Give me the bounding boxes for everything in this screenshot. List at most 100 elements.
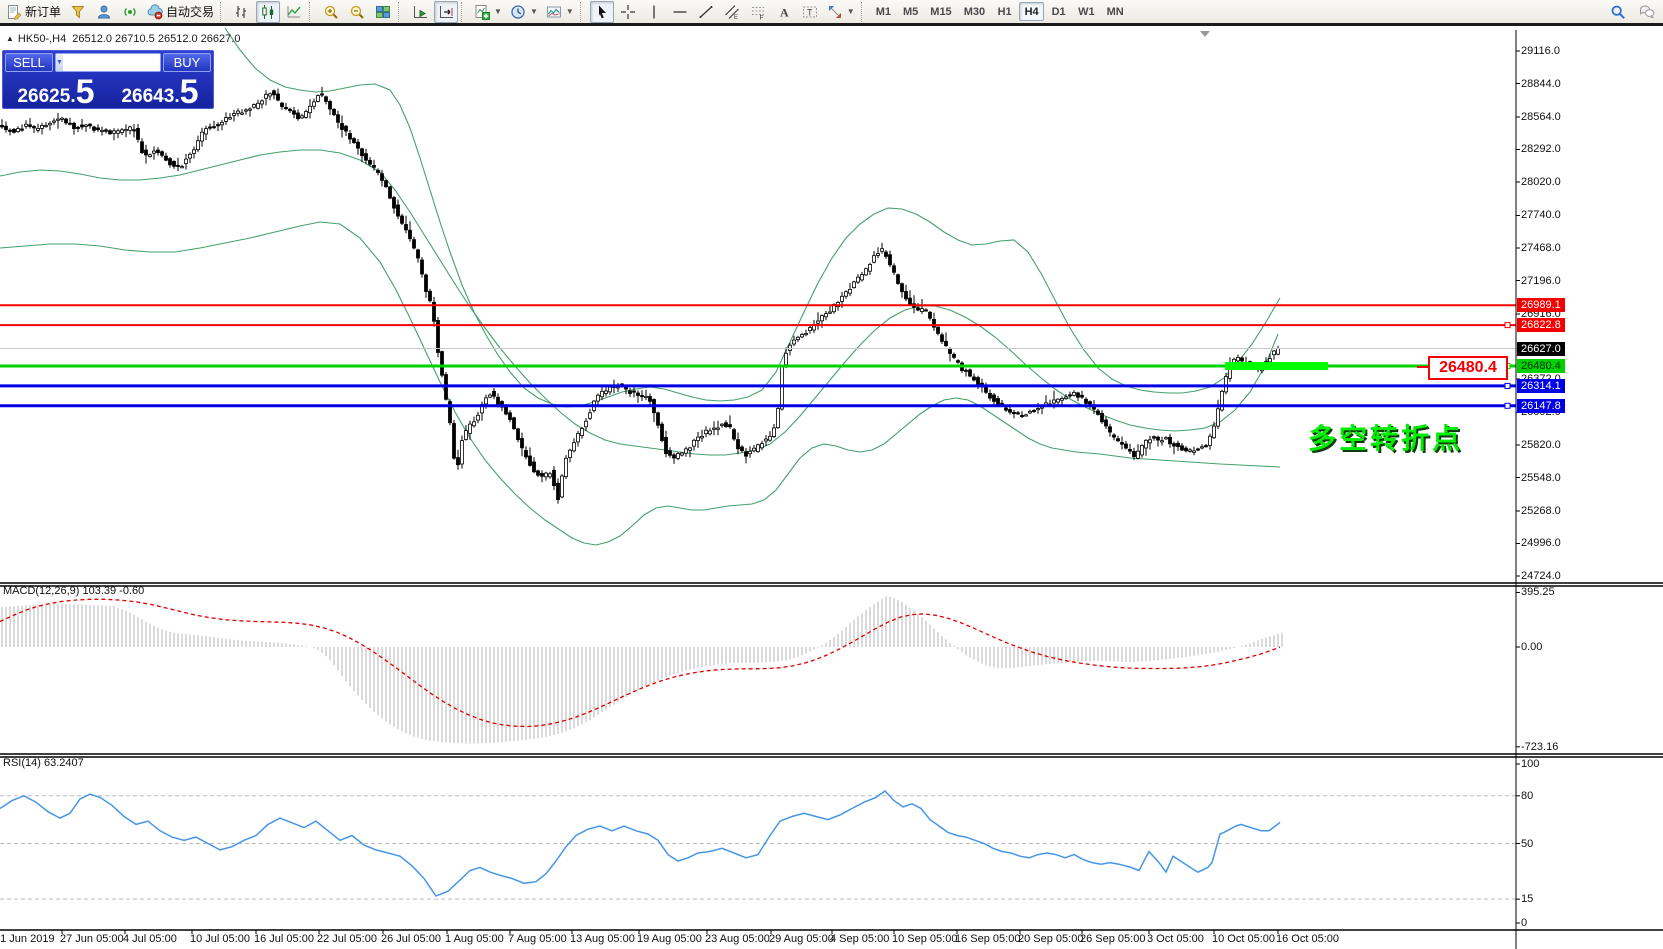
candle-body	[509, 413, 512, 420]
candle-body	[333, 109, 336, 114]
candle-body	[925, 310, 928, 311]
candle-body	[849, 289, 852, 293]
price-tick-label: 28844.0	[1521, 78, 1561, 90]
rsi-tick-label: 50	[1521, 838, 1533, 850]
sell-price-frac: 5	[76, 77, 95, 107]
candle-body	[345, 126, 348, 131]
price-level-label: 26147.8	[1517, 399, 1565, 413]
bollinger-lower-band[interactable]	[0, 222, 1280, 545]
buy-price[interactable]: 26643.5	[109, 74, 211, 108]
candle-body	[461, 441, 464, 464]
buy-price-frac: 5	[180, 77, 199, 107]
date-label: 1 Aug 05:00	[445, 933, 504, 945]
candle-body	[993, 395, 996, 401]
candle-body	[217, 125, 220, 126]
candle-body	[1109, 427, 1112, 432]
candle-body	[53, 121, 56, 122]
rsi-tick-label: 0	[1521, 917, 1527, 929]
candle-body	[669, 451, 672, 456]
candle-body	[1149, 440, 1152, 443]
candle-body	[249, 109, 252, 110]
candle-body	[81, 125, 84, 127]
candle-body	[369, 160, 372, 164]
candle-body	[817, 321, 820, 323]
candle-body	[733, 430, 736, 439]
price-annotation-box[interactable]: 26480.4	[1428, 356, 1508, 380]
candle-body	[113, 131, 116, 134]
candle-body	[541, 474, 544, 477]
macd-signal-line[interactable]	[0, 599, 1280, 726]
sell-price[interactable]: 26625.5	[5, 74, 107, 108]
candle-body	[13, 129, 16, 132]
candle-body	[673, 455, 676, 458]
candle-body	[265, 94, 268, 98]
chart-shift-marker-icon[interactable]	[1200, 31, 1210, 37]
one-click-trading-panel: SELL ▼ ▲ BUY 26625.5 26643.5	[2, 50, 214, 109]
candle-body	[1125, 444, 1128, 448]
candle-body	[1197, 449, 1200, 450]
candle-body	[89, 124, 92, 126]
candle-body	[33, 127, 36, 128]
price-level-label: 26627.0	[1517, 342, 1565, 356]
date-label: 22 Jul 05:00	[317, 933, 377, 945]
buy-button[interactable]: BUY	[163, 53, 211, 72]
candle-body	[425, 275, 428, 292]
candle-body	[573, 443, 576, 451]
candle-body	[213, 127, 216, 128]
candle-body	[893, 266, 896, 273]
candle-body	[681, 453, 684, 455]
candle-body	[1057, 399, 1060, 402]
candle-body	[769, 436, 772, 440]
candle-body	[1165, 438, 1168, 439]
candle-body	[233, 114, 236, 116]
candle-body	[693, 440, 696, 446]
candle-body	[313, 102, 316, 106]
candle-body	[441, 352, 444, 376]
candle-body	[749, 451, 752, 453]
candle-body	[589, 413, 592, 419]
rsi-tick-label: 100	[1521, 758, 1539, 770]
candle-body	[349, 134, 352, 140]
candle-body	[877, 254, 880, 256]
candle-body	[101, 130, 104, 131]
highlight-zone[interactable]	[1225, 362, 1328, 370]
candle-body	[901, 284, 904, 292]
candle-body	[1077, 393, 1080, 397]
candle-body	[337, 115, 340, 123]
chart-canvas[interactable]	[0, 0, 1663, 949]
sell-button[interactable]: SELL	[5, 53, 53, 72]
candle-body	[1161, 441, 1164, 442]
candle-body	[61, 118, 64, 119]
candle-body	[1185, 448, 1188, 451]
candle-body	[9, 130, 12, 131]
candle-body	[689, 448, 692, 450]
turning-point-annotation[interactable]: 多空转折点	[1308, 417, 1463, 457]
collapse-triangle-icon: ▲	[6, 34, 14, 43]
volume-input[interactable]	[63, 54, 161, 71]
candle-body	[65, 119, 68, 123]
candle-body	[1113, 435, 1116, 437]
date-label: 10 Sep 05:00	[892, 933, 957, 945]
volume-decrease-button[interactable]: ▼	[56, 54, 63, 71]
candle-body	[525, 451, 528, 457]
line-endpoint-marker	[1505, 383, 1510, 388]
candle-body	[1, 125, 4, 127]
macd-tick-label: -723.16	[1521, 741, 1558, 753]
candle-body	[465, 431, 468, 440]
candle-body	[941, 335, 944, 342]
candle-body	[1085, 399, 1088, 403]
macd-tick-label: 395.25	[1521, 586, 1555, 598]
candle-body	[5, 126, 8, 130]
candle-body	[897, 275, 900, 284]
candle-body	[801, 335, 804, 337]
bollinger-upper-band[interactable]	[225, 28, 1280, 407]
candle-body	[685, 449, 688, 453]
candle-body	[785, 353, 788, 364]
price-tick-label: 24724.0	[1521, 570, 1561, 582]
candle-body	[781, 366, 784, 409]
price-level-label: 26314.1	[1517, 379, 1565, 393]
date-label: 29 Aug 05:00	[769, 933, 834, 945]
candle-body	[1121, 442, 1124, 444]
price-tick-label: 27468.0	[1521, 242, 1561, 254]
bollinger-middle-band[interactable]	[0, 150, 1278, 455]
